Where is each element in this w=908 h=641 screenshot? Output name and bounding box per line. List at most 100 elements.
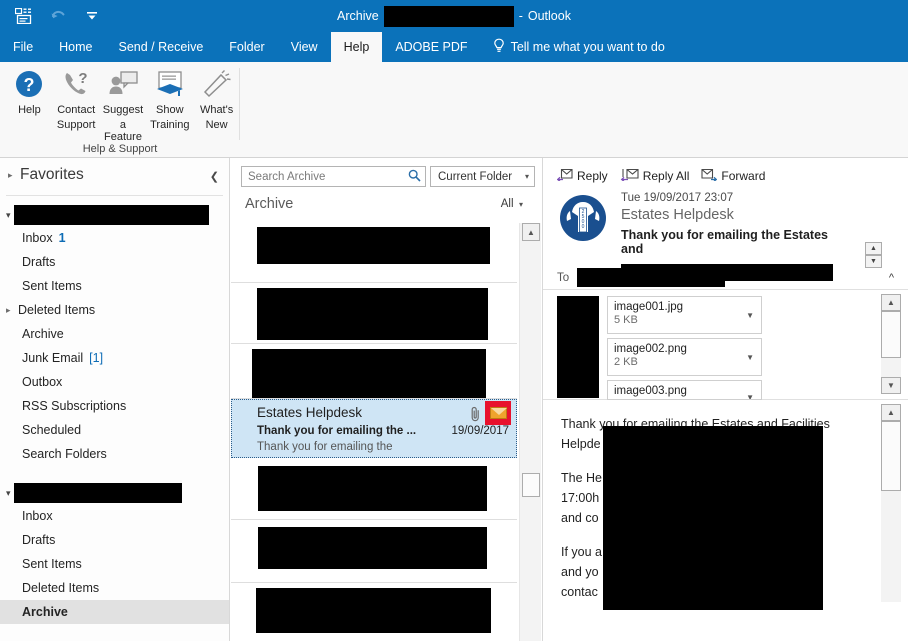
chevron-down-icon[interactable]: ▼: [746, 393, 754, 399]
reply-all-button[interactable]: Reply All: [620, 168, 689, 184]
tab-view[interactable]: View: [278, 32, 331, 62]
table-row-selected[interactable]: Estates Helpdesk Thank you for emailing …: [231, 399, 517, 458]
ribbon-button-suggest-feature[interactable]: Suggest a Feature: [100, 66, 147, 144]
sidebar-item-outbox-1[interactable]: Outbox: [0, 370, 229, 394]
table-row[interactable]: [231, 344, 517, 399]
search-scope-dropdown[interactable]: Current Folder ▾: [430, 166, 535, 187]
account-root-2[interactable]: ▾: [0, 482, 229, 504]
attachments-scrollbar[interactable]: ▲ ▼: [881, 294, 901, 394]
scrollbar-thumb[interactable]: [522, 473, 540, 497]
ribbon-button-help[interactable]: ? Help: [6, 66, 53, 117]
sidebar-item-deleted-items-1[interactable]: ▸ Deleted Items: [0, 298, 229, 322]
undo-icon[interactable]: [48, 6, 68, 26]
table-row[interactable]: [231, 283, 517, 344]
message-date: 19/09/2017: [451, 425, 509, 437]
account-root-1[interactable]: ▾: [0, 204, 229, 226]
attachment-name: image001.jpg: [614, 301, 684, 313]
collapse-pane-icon[interactable]: ❮: [210, 170, 219, 183]
search-icon[interactable]: [408, 169, 421, 185]
help-question-icon: ?: [13, 66, 45, 102]
sidebar-item-sent-items-1[interactable]: Sent Items: [0, 274, 229, 298]
ribbon-button-contact-support[interactable]: ? Contact Support: [53, 66, 100, 131]
ribbon-body: ? Help ? Contact Support Suggest a Featu…: [0, 62, 908, 158]
search-input[interactable]: Search Archive: [241, 166, 426, 187]
ribbon-button-contact-support-label-1: Contact: [57, 104, 96, 116]
message-redaction: [258, 466, 487, 511]
tab-send-receive[interactable]: Send / Receive: [106, 32, 217, 62]
favorites-header[interactable]: ▸ Favorites: [0, 158, 229, 192]
message-list-header: Archive All ▾: [231, 191, 541, 218]
scrollbar-thumb[interactable]: [881, 421, 901, 491]
forward-button[interactable]: Forward: [701, 168, 765, 184]
tab-folder[interactable]: Folder: [216, 32, 277, 62]
reading-pane-actions: Reply Reply All Forward: [543, 158, 908, 190]
search-placeholder: Search Archive: [248, 170, 326, 183]
reply-button[interactable]: Reply: [556, 168, 608, 184]
scroll-down-arrow-icon[interactable]: ▼: [881, 377, 901, 394]
ribbon-button-whats-new[interactable]: What's New: [193, 66, 240, 131]
sidebar-item-sent-items-2[interactable]: Sent Items: [0, 552, 229, 576]
sidebar-item-inbox-1[interactable]: Inbox 1: [0, 226, 229, 250]
sidebar-item-rss-subscriptions-1[interactable]: RSS Subscriptions: [0, 394, 229, 418]
body-scrollbar[interactable]: ▲: [881, 404, 901, 602]
inbox-unread-count: 1: [58, 231, 66, 245]
ribbon-tab-strip: File Home Send / Receive Folder View Hel…: [0, 32, 908, 62]
attachment-item-1[interactable]: image001.jpg 5 KB ▼: [607, 296, 762, 334]
table-row[interactable]: [231, 458, 517, 520]
table-row[interactable]: [231, 583, 517, 641]
scroll-up-arrow-icon[interactable]: ▲: [881, 404, 901, 421]
recipient-redaction: [577, 268, 726, 287]
tab-adobe-pdf[interactable]: ADOBE PDF: [382, 32, 480, 62]
message-list-scrollbar[interactable]: ▲: [519, 223, 541, 641]
svg-text:?: ?: [79, 70, 88, 87]
sidebar-item-label: Outbox: [22, 375, 63, 389]
chevron-right-icon: ▸: [8, 169, 13, 180]
sidebar-item-drafts-1[interactable]: Drafts: [0, 250, 229, 274]
tell-me-label: Tell me what you want to do: [510, 40, 665, 54]
window-title-suffix: Outlook: [527, 9, 571, 23]
forward-icon: [701, 168, 718, 184]
scroll-up-arrow-icon[interactable]: ▲: [881, 294, 901, 311]
message-body: Thank you for emailing the Estates and F…: [543, 400, 908, 610]
table-row[interactable]: [231, 520, 517, 583]
attachment-item-3[interactable]: image003.png ▼: [607, 380, 762, 400]
tab-help[interactable]: Help: [330, 32, 383, 62]
ribbon-button-whats-new-label-1: What's: [199, 104, 234, 116]
forward-label: Forward: [721, 169, 766, 183]
scrollbar-thumb[interactable]: [881, 311, 901, 358]
tell-me-search[interactable]: Tell me what you want to do: [481, 32, 677, 62]
sidebar-item-archive-1[interactable]: Archive: [0, 322, 229, 346]
subject-expand-spinner[interactable]: ▲ ▼: [865, 242, 882, 268]
send-receive-icon[interactable]: [14, 6, 34, 26]
ribbon-button-show-training[interactable]: Show Training: [146, 66, 193, 131]
sidebar-item-drafts-2[interactable]: Drafts: [0, 528, 229, 552]
sidebar-item-inbox-2[interactable]: Inbox: [0, 504, 229, 528]
chevron-down-icon[interactable]: ▼: [746, 353, 754, 362]
body-line-4: 17:00h: [561, 491, 600, 505]
attachment-item-2[interactable]: image002.png 2 KB ▼: [607, 338, 762, 376]
tab-home[interactable]: Home: [46, 32, 105, 62]
megaphone-icon: [201, 66, 233, 102]
chevron-down-icon[interactable]: ▼: [746, 311, 754, 320]
scroll-up-arrow-icon[interactable]: ▲: [865, 242, 882, 255]
tab-file[interactable]: File: [0, 32, 46, 62]
sidebar-item-junk-email-1[interactable]: Junk Email [1]: [0, 346, 229, 370]
collapse-header-icon[interactable]: ^: [889, 272, 894, 284]
list-filter-dropdown[interactable]: All ▾: [501, 198, 523, 210]
scroll-up-arrow-icon[interactable]: ▲: [522, 223, 540, 241]
unread-status-highlight[interactable]: [485, 401, 511, 425]
sidebar-item-deleted-items-2[interactable]: Deleted Items: [0, 576, 229, 600]
sidebar-item-scheduled-1[interactable]: Scheduled: [0, 418, 229, 442]
favorites-divider: [6, 195, 223, 196]
body-line-2: Helpde: [561, 437, 601, 451]
sidebar-item-search-folders-1[interactable]: Search Folders: [0, 442, 229, 466]
table-row[interactable]: [231, 223, 517, 283]
sidebar-item-archive-2[interactable]: Archive: [0, 600, 229, 624]
customize-qat-icon[interactable]: [82, 6, 102, 26]
window-title-separator: -: [518, 9, 523, 23]
envelope-icon[interactable]: [489, 407, 507, 419]
body-line-6: If you a: [561, 545, 602, 559]
sidebar-item-label: Drafts: [22, 533, 56, 547]
ribbon-button-contact-support-label-2: Support: [56, 118, 96, 131]
sidebar-item-label: Inbox: [22, 509, 53, 523]
